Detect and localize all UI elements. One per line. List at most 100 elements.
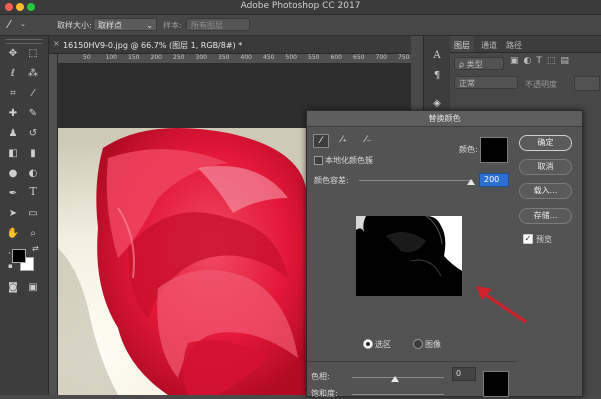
window-title-bar: Adobe Photoshop CC 2017 [0, 0, 601, 15]
radio-image-label: 图像 [425, 340, 441, 349]
blur-tool-icon[interactable]: ● [6, 168, 20, 180]
rose-photo [58, 128, 306, 395]
move-tool-icon[interactable]: ✥ [6, 48, 20, 60]
saturation-label: 饱和度: [311, 389, 338, 398]
foreground-color-swatch[interactable] [12, 249, 26, 263]
ruler-tick-label: 550 [308, 54, 320, 61]
hand-tool-icon[interactable]: ✋ [6, 228, 20, 240]
paragraph-panel-icon[interactable]: ¶ [430, 70, 444, 82]
blend-mode-select[interactable]: 正常 [454, 76, 518, 89]
hue-input[interactable]: 0 [452, 367, 476, 381]
ruler-tick-label: 250 [173, 54, 185, 61]
tab-layers-label: 图层 [454, 41, 470, 50]
ruler-tick-label: 700 [375, 54, 387, 61]
chevron-down-icon: ⌄ [146, 21, 153, 30]
layer-filter-icons[interactable]: ▣◐T⬚▤ [510, 56, 574, 66]
fuzziness-slider-track[interactable] [359, 180, 473, 181]
quick-mask-icon[interactable]: ◙ [6, 282, 20, 294]
toolbar-grip[interactable] [6, 39, 42, 44]
brush-tool-icon[interactable]: ✎ [26, 108, 40, 120]
eyedropper-tool-icon[interactable]: ⁄ [26, 88, 40, 100]
ruler-tick-label: 350 [218, 54, 230, 61]
crop-tool-icon[interactable]: ⌗ [6, 88, 20, 100]
hue-label: 色相: [311, 372, 330, 381]
radio-image[interactable] [413, 339, 423, 349]
close-icon[interactable]: × [53, 39, 60, 48]
load-button[interactable]: 载入... [519, 183, 572, 199]
localized-color-clusters-label: 本地化颜色簇 [325, 156, 373, 165]
eyedropper-tool-preset-icon[interactable]: ⁄ [8, 18, 10, 31]
document-tab[interactable]: × 16150HV9-0.jpg @ 66.7% (图层 1, RGB/8#) … [49, 36, 411, 54]
clone-stamp-tool-icon[interactable]: ♟ [6, 128, 20, 140]
layers-stack-icon[interactable]: ◈ [430, 98, 444, 110]
eyedropper-minus-icon[interactable]: ⁄₋ [361, 134, 375, 146]
magic-wand-tool-icon[interactable]: ⁂ [26, 68, 40, 80]
dialog-title: 替换颜色 [307, 111, 582, 127]
selection-preview[interactable] [356, 216, 462, 296]
options-bar: ⁄ ⌄ 取样大小: 取样点 ⌄ 样本: 所有图层 [0, 15, 601, 36]
tab-paths[interactable]: 路径 [506, 40, 522, 51]
divider [307, 361, 517, 362]
blend-mode-value: 正常 [459, 79, 475, 88]
result-color-swatch[interactable] [483, 371, 509, 397]
dodge-tool-icon[interactable]: ◐ [26, 168, 40, 180]
radio-selection[interactable] [363, 339, 373, 349]
radio-selection-label: 选区 [375, 340, 391, 349]
hue-slider-thumb[interactable] [391, 376, 399, 382]
color-label: 颜色: [459, 145, 478, 154]
save-button[interactable]: 存储... [519, 208, 572, 224]
vertical-ruler[interactable] [49, 54, 58, 395]
ruler-tick-label: 450 [263, 54, 275, 61]
type-tool-icon[interactable]: T [26, 186, 40, 198]
sample-size-value: 取样点 [98, 21, 122, 30]
sample-value: 所有图层 [191, 21, 223, 30]
hue-value: 0 [456, 369, 462, 378]
preview-checkbox[interactable]: ✓ [523, 234, 533, 244]
localized-color-clusters-checkbox[interactable] [314, 156, 323, 165]
ruler-tick-label: 500 [285, 54, 297, 61]
tools-panel: ✥ ⬚ ℓ ⁂ ⌗ ⁄ ✚ ✎ ♟ ↺ ◧ ▮ ● ◐ ✒ T ➤ ▭ ✋ ⌕ … [0, 36, 49, 395]
lasso-tool-icon[interactable]: ℓ [6, 68, 20, 80]
opacity-field[interactable] [574, 76, 600, 91]
history-brush-tool-icon[interactable]: ↺ [26, 128, 40, 140]
fuzziness-input[interactable]: 200 [479, 173, 509, 187]
replace-color-dialog: 替换颜色 ⁄ ⁄₊ ⁄₋ 本地化颜色簇 颜色: 颜色容差: 200 选区 图像 … [306, 110, 583, 398]
default-colors-icon[interactable]: ▪ [8, 262, 13, 270]
path-selection-tool-icon[interactable]: ➤ [6, 208, 20, 220]
zoom-tool-icon[interactable]: ⌕ [26, 228, 40, 240]
ruler-tick-label: 600 [330, 54, 342, 61]
layer-filter-label: ρ 类型 [459, 60, 483, 69]
shape-tool-icon[interactable]: ▭ [26, 208, 40, 220]
preview-label: 预览 [536, 235, 552, 244]
app-title: Adobe Photoshop CC 2017 [240, 1, 361, 11]
sample-size-select[interactable]: 取样点 ⌄ [93, 18, 157, 31]
gradient-tool-icon[interactable]: ▮ [26, 148, 40, 160]
screen-mode-icon[interactable]: ▣ [26, 282, 40, 294]
eyedropper-plus-icon[interactable]: ⁄₊ [337, 134, 351, 146]
ruler-tick-label: 650 [353, 54, 365, 61]
chevron-down-icon[interactable]: ⌄ [20, 20, 26, 28]
healing-brush-tool-icon[interactable]: ✚ [6, 108, 20, 120]
eraser-tool-icon[interactable]: ◧ [6, 148, 20, 160]
opacity-label: 不透明度 [525, 80, 557, 89]
tab-layers[interactable]: 图层 [450, 36, 474, 52]
red-arrow-annotation [476, 286, 527, 324]
character-panel-icon[interactable]: A [430, 50, 444, 62]
layers-panel-header: 图层 通道 路径 [450, 36, 601, 53]
cancel-button[interactable]: 取消 [519, 159, 572, 175]
ruler-tick-label: 50 [83, 54, 91, 61]
horizontal-ruler[interactable]: 50 100 150 200 250 300 350 400 450 500 550 600 650 70… [57, 54, 411, 64]
layer-filter-select[interactable]: ρ 类型 [454, 57, 504, 70]
tab-channels[interactable]: 通道 [481, 40, 497, 51]
marquee-tool-icon[interactable]: ⬚ [26, 48, 40, 60]
sample-label: 样本: [163, 21, 182, 30]
sample-size-label: 取样大小: [57, 21, 92, 30]
ok-button[interactable]: 确定 [519, 135, 572, 151]
selection-color-swatch[interactable] [480, 137, 508, 163]
swap-colors-icon[interactable]: ⇄ [32, 244, 39, 253]
ruler-tick-label: 750 [398, 54, 410, 61]
sample-select[interactable]: 所有图层 [186, 18, 250, 31]
fuzziness-slider-thumb[interactable] [466, 179, 475, 185]
pen-tool-icon[interactable]: ✒ [6, 188, 20, 200]
eyedropper-icon[interactable]: ⁄ [313, 134, 329, 148]
